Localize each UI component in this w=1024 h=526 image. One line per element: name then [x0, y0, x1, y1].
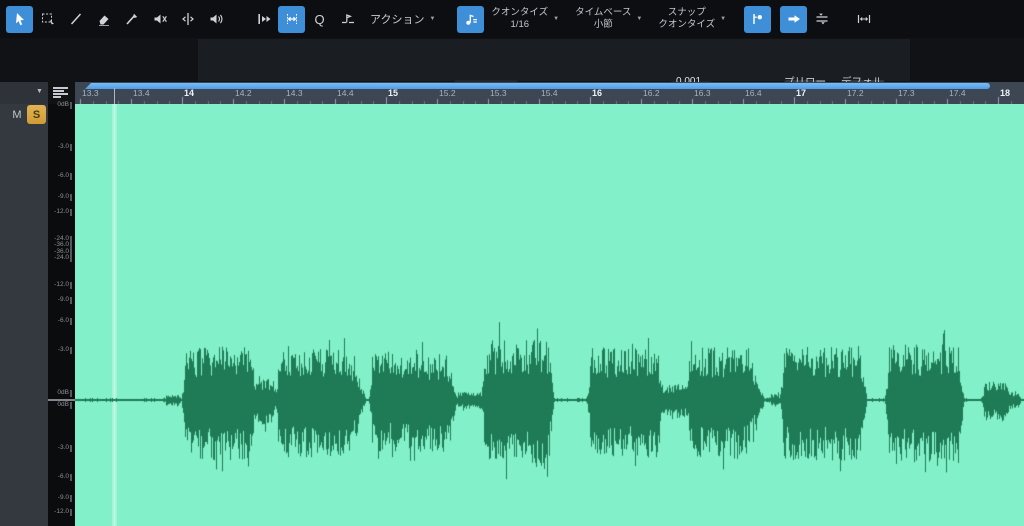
- marker-icon: [750, 11, 766, 27]
- db-scale-label: -9.0: [48, 193, 72, 201]
- mute-tool-button[interactable]: [146, 6, 173, 33]
- arrow-right-icon: [786, 11, 802, 27]
- bend-icon: [180, 11, 196, 27]
- db-scale-label: -3.0: [48, 143, 72, 151]
- listen-tool-button[interactable]: [202, 6, 229, 33]
- split-slider-button[interactable]: [808, 6, 835, 33]
- inspector-bar: 検出 素材 短い無音 ▼ スレッショルドを開く スレッショルドを閉じる -30.…: [0, 38, 1024, 122]
- solo-button[interactable]: S: [27, 105, 46, 124]
- db-scale-label: 0dB: [48, 401, 72, 409]
- db-scale-label: 0dB: [48, 101, 72, 109]
- ruler-label: 13.4: [133, 88, 150, 98]
- db-scale-label: -9.0: [48, 296, 72, 304]
- split-line-icon: [68, 11, 84, 27]
- timebase-dropdown-label: タイムベース 小節: [575, 7, 632, 30]
- db-scale-label: -12.0: [48, 208, 72, 216]
- chevron-down-icon: ▼: [636, 16, 643, 22]
- chevron-down-icon: ▼: [720, 16, 727, 22]
- ruler-label: 15: [388, 88, 399, 98]
- event-start-line-ruler: [114, 88, 115, 104]
- range-select-icon: [40, 11, 56, 27]
- ruler-label: 14.2: [235, 88, 252, 98]
- eraser-tool-button[interactable]: [90, 6, 117, 33]
- ruler-label: 13.3: [82, 88, 99, 98]
- snap-dropdown-label: スナップ クオンタイズ: [658, 7, 716, 30]
- note-value-button[interactable]: [457, 5, 485, 33]
- in-out-range-icon: [856, 11, 872, 27]
- ruler-label: 15.4: [541, 88, 558, 98]
- db-scale-label: 0dB: [48, 389, 72, 397]
- in-out-range-button[interactable]: [850, 6, 877, 33]
- chevron-down-icon: ▼: [553, 16, 560, 22]
- mute-button[interactable]: M: [9, 107, 25, 123]
- ruler-label: 14.3: [286, 88, 303, 98]
- ruler-label: 16.4: [745, 88, 762, 98]
- timestretch-tool-button[interactable]: [278, 5, 305, 33]
- db-scale-label: -24.0: [48, 254, 72, 262]
- ruler-label: 17: [796, 88, 807, 98]
- track-panel: [0, 104, 48, 526]
- speaker-icon: [208, 11, 224, 27]
- timebase-dropdown[interactable]: タイムベース 小節 ▼: [569, 4, 648, 34]
- db-scale-label: -12.0: [48, 281, 72, 289]
- timeline-ruler[interactable]: 13.3 13.4 14 14.2 14.3 14.4 15 15.2 15.3 15.4 16 16…: [75, 82, 1024, 104]
- db-scale-label: -6.0: [48, 317, 72, 325]
- ruler-label: 18: [1000, 88, 1011, 98]
- autoscroll-button[interactable]: [780, 5, 808, 33]
- split-slider-icon: [814, 11, 830, 27]
- db-scale-label: -3.0: [48, 346, 72, 354]
- arrow-tool-button[interactable]: [6, 5, 33, 33]
- ruler-label: 17.2: [847, 88, 864, 98]
- bend-marker-tool-button[interactable]: [334, 6, 361, 33]
- muted-speaker-icon: [152, 11, 168, 27]
- ruler-label: 16.3: [694, 88, 711, 98]
- main-toolbar: Q アクション ▼ クオンタイズ 1/16 ▼ タイムベース 小節 ▼ スナップ クオ…: [0, 0, 1024, 38]
- db-scale-column: [48, 104, 75, 526]
- ruler-label: 15.3: [490, 88, 507, 98]
- action-menu-label: アクション: [370, 14, 425, 26]
- q-letter-icon: Q: [314, 11, 325, 27]
- waveform-canvas[interactable]: [75, 104, 1024, 526]
- paint-icon: [124, 11, 140, 27]
- range-tool-button[interactable]: [34, 6, 61, 33]
- quantize-dropdown-label: クオンタイズ 1/16: [491, 7, 549, 30]
- chevron-down-icon[interactable]: ▼: [36, 88, 43, 95]
- ruler-label: 15.2: [439, 88, 456, 98]
- cursor-icon: [12, 11, 28, 27]
- action-menu-button[interactable]: アクション ▼: [362, 6, 443, 33]
- snap-marker-button[interactable]: [744, 5, 772, 33]
- ruler-label: 16.2: [643, 88, 660, 98]
- quantize-tool-button[interactable]: Q: [306, 6, 333, 33]
- chevron-down-icon: ▼: [429, 16, 436, 22]
- timestretch-icon: [284, 11, 300, 27]
- ruler-label: 17.3: [898, 88, 915, 98]
- bend-marker-icon: [340, 11, 356, 27]
- waveform-options-icon[interactable]: [53, 87, 68, 99]
- db-scale-label: -3.0: [48, 444, 72, 452]
- quantize-dropdown[interactable]: クオンタイズ 1/16 ▼: [485, 4, 565, 34]
- ruler-label: 14: [184, 88, 195, 98]
- follow-playback-icon: [256, 11, 272, 27]
- note-icon: [463, 11, 479, 27]
- paint-tool-button[interactable]: [118, 6, 145, 33]
- split-tool-button[interactable]: [62, 6, 89, 33]
- bend-tool-button[interactable]: [174, 6, 201, 33]
- ruler-label: 17.4: [949, 88, 966, 98]
- audio-editor-window: Q アクション ▼ クオンタイズ 1/16 ▼ タイムベース 小節 ▼ スナップ クオ…: [0, 0, 1024, 526]
- db-scale-label: -9.0: [48, 494, 72, 502]
- ruler-label: 14.4: [337, 88, 354, 98]
- db-scale-label: -6.0: [48, 172, 72, 180]
- ruler-label: 16: [592, 88, 603, 98]
- db-scale-label: -6.0: [48, 473, 72, 481]
- db-scale-label: -12.0: [48, 508, 72, 516]
- snap-dropdown[interactable]: スナップ クオンタイズ ▼: [652, 4, 732, 34]
- play-from-start-button[interactable]: [250, 6, 277, 33]
- eraser-icon: [96, 11, 112, 27]
